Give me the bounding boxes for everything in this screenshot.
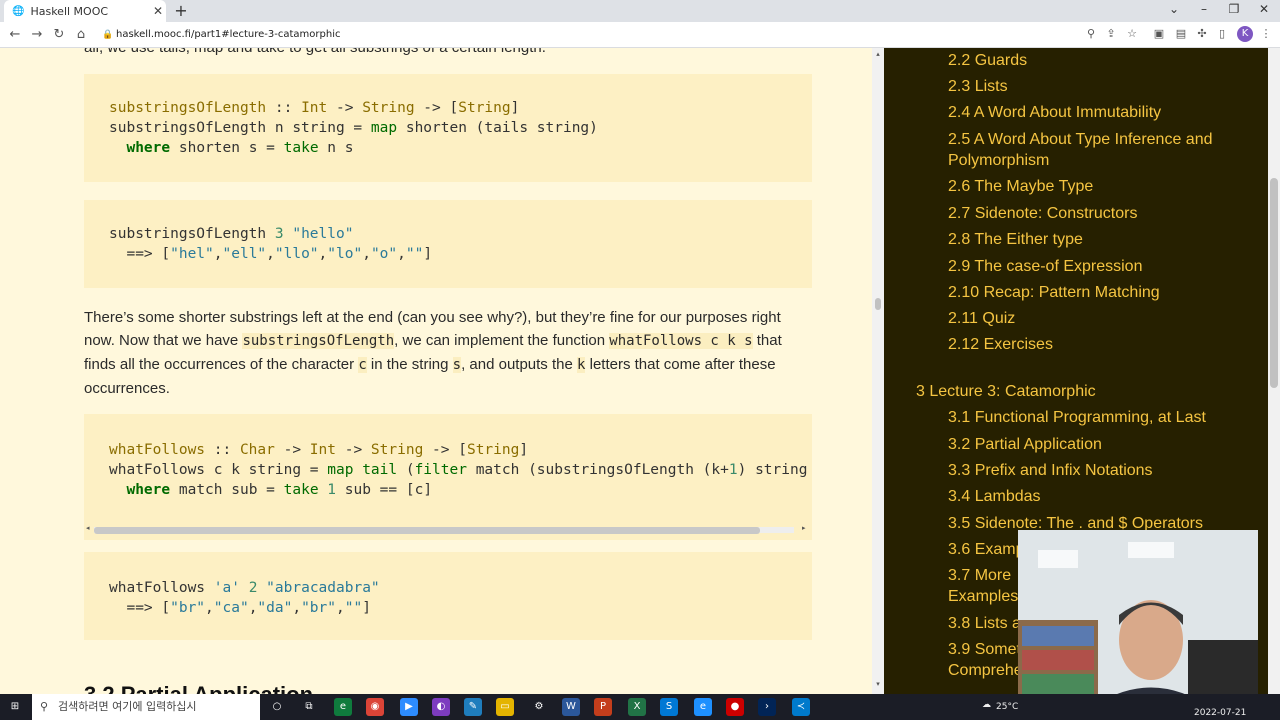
toc-item[interactable]: 2.2 Guards [948,50,1238,71]
toc-item[interactable]: 2.8 The Either type [948,229,1238,250]
lock-icon: 🔒 [102,30,114,40]
chrome-icon[interactable]: ◉ [366,698,384,716]
webcam-overlay [1018,530,1258,710]
code-block-substrings-example: substringsOfLength 3 "hello" ==> ["hel",… [84,200,812,288]
new-tab-button[interactable]: + [172,2,190,20]
weather-temp[interactable]: 25°C [996,702,1018,712]
scroll-thumb[interactable] [1270,178,1278,388]
home-icon[interactable]: ⌂ [72,26,90,44]
taskbar-date[interactable]: 2022-07-21 [1194,708,1246,718]
powershell-icon[interactable]: › [758,698,776,716]
zoom-icon[interactable]: ⚲ [1084,27,1098,41]
ie-icon[interactable]: e [694,698,712,716]
code-horizontal-scrollbar[interactable]: ◂ ▸ [86,524,810,536]
content-vertical-scrollbar[interactable]: ▴ ▾ [872,48,884,694]
toc-item[interactable]: 2.6 The Maybe Type [948,176,1238,197]
toc-item[interactable]: 3.3 Prefix and Infix Notations [948,460,1238,481]
browser-tab-strip: 🌐 Haskell MOOC ✕ + ⌄ – ❐ ✕ [0,0,1280,22]
tab-title: Haskell MOOC [30,4,109,18]
minimize-button[interactable]: – [1190,2,1218,16]
toc-item[interactable]: 3.4 Lambdas [948,486,1238,507]
toc-item[interactable]: 2.3 Lists [948,76,1238,97]
settings-icon[interactable]: ⚙ [530,698,548,716]
toc-section-lecture3[interactable]: 3 Lecture 3: Catamorphic [916,381,1096,402]
store-icon[interactable]: S [660,698,678,716]
weather-icon: ☁ [982,700,991,710]
scroll-down-icon[interactable]: ▾ [872,680,884,688]
task-view-icon[interactable]: ⧉ [300,698,318,716]
excel-icon[interactable]: X [628,698,646,716]
back-icon[interactable]: ← [6,26,24,44]
code-block-whatfollows-example: whatFollows 'a' 2 "abracadabra" ==> ["br… [84,552,812,640]
search-icon: ⚲ [40,700,49,713]
browser-tab[interactable]: 🌐 Haskell MOOC ✕ [4,0,166,22]
folder-icon[interactable]: ▭ [496,698,514,716]
obs-icon[interactable]: ◐ [432,698,450,716]
profile-avatar[interactable]: K [1237,26,1253,42]
scroll-thumb[interactable] [875,298,881,310]
reload-icon[interactable]: ↻ [50,26,68,44]
maximize-button[interactable]: ❐ [1220,2,1248,16]
toc-item[interactable]: 2.12 Exercises [948,334,1238,355]
puzzle-icon[interactable]: ✣ [1195,27,1209,41]
toc-item[interactable]: 3.9 Somet Comprehe [948,639,1024,681]
scroll-up-icon[interactable]: ▴ [872,50,884,58]
toc-item[interactable]: 2.9 The case-of Expression [948,256,1238,277]
para-text: , and outputs the [461,356,577,373]
globe-icon: 🌐 [12,5,25,17]
pen-icon[interactable]: ✎ [464,698,482,716]
bookmark-star-icon[interactable]: ☆ [1125,27,1139,41]
word-icon[interactable]: W [562,698,580,716]
scroll-thumb[interactable] [94,527,760,534]
menu-kebab-icon[interactable]: ⋮ [1259,27,1273,41]
partial-paragraph-top: all, we use tails, map and take to get a… [84,48,814,59]
address-bar-row: ← → ↻ ⌂ 🔒 haskell.mooc.fi/part1#lecture-… [0,22,1280,48]
toc-item[interactable]: 2.4 A Word About Immutability [948,102,1238,123]
paragraph-whatfollows: There’s some shorter substrings left at … [84,306,814,400]
pdf-icon[interactable]: P [594,698,612,716]
share-icon[interactable]: ⇪ [1104,27,1118,41]
para-text: , we can implement the function [394,332,610,349]
taskbar-search-input[interactable]: ⚲ 검색하려면 여기에 입력하십시 [32,694,260,720]
toc-item[interactable]: 2.7 Sidenote: Constructors [948,203,1238,224]
inline-code: c [358,357,367,373]
inline-code: s [452,357,462,373]
url-field[interactable]: 🔒 haskell.mooc.fi/part1#lecture-3-catamo… [100,25,1190,45]
toc-item[interactable]: 2.11 Quiz [948,308,1238,329]
record-icon[interactable]: ● [726,698,744,716]
toc-item[interactable]: 3.7 More Examples [948,565,1018,607]
scroll-left-icon[interactable]: ◂ [86,524,90,532]
toc-item[interactable]: 2.5 A Word About Type Inference and Poly… [948,129,1238,171]
tab-search-icon[interactable]: ⌄ [1160,2,1188,16]
lecture-content: all, we use tails, map and take to get a… [0,48,884,694]
extension-icon[interactable]: ▣ [1152,27,1166,41]
toc-item[interactable]: 2.10 Recap: Pattern Matching [948,282,1238,303]
page-vertical-scrollbar[interactable] [1268,48,1280,694]
cortana-icon[interactable]: ○ [268,698,286,716]
forward-icon[interactable]: → [28,26,46,44]
close-window-button[interactable]: ✕ [1250,2,1278,16]
toc-item[interactable]: 3.2 Partial Application [948,434,1238,455]
close-tab-icon[interactable]: ✕ [150,4,166,18]
windows-start-icon[interactable]: ⊞ [6,698,24,716]
edge-icon[interactable]: e [334,698,352,716]
search-placeholder: 검색하려면 여기에 입력하십시 [58,700,197,713]
presenter-video [1018,530,1258,710]
code-block-substrings-def: substringsOfLength :: Int -> String -> [… [84,74,812,182]
url-text: haskell.mooc.fi/part1#lecture-3-catamorp… [116,29,341,40]
inline-code: whatFollows c k s [609,333,753,349]
scroll-right-icon[interactable]: ▸ [802,524,806,532]
inline-code: substringsOfLength [242,333,395,349]
windows-taskbar: ⊞ ⚲ 검색하려면 여기에 입력하십시 ○ ⧉ e ◉ ▶ ◐ ✎ ▭ ⚙ W … [0,694,1280,720]
toc-item[interactable]: 3.1 Functional Programming, at Last [948,407,1238,428]
vscode-icon[interactable]: ≺ [792,698,810,716]
para-text: in the string [366,356,453,373]
extension-icon-2[interactable]: ▤ [1174,27,1188,41]
zoom-app-icon[interactable]: ▶ [400,698,418,716]
code-block-whatfollows-def: whatFollows :: Char -> Int -> String -> … [84,414,812,540]
sidepanel-icon[interactable]: ▯ [1215,27,1229,41]
